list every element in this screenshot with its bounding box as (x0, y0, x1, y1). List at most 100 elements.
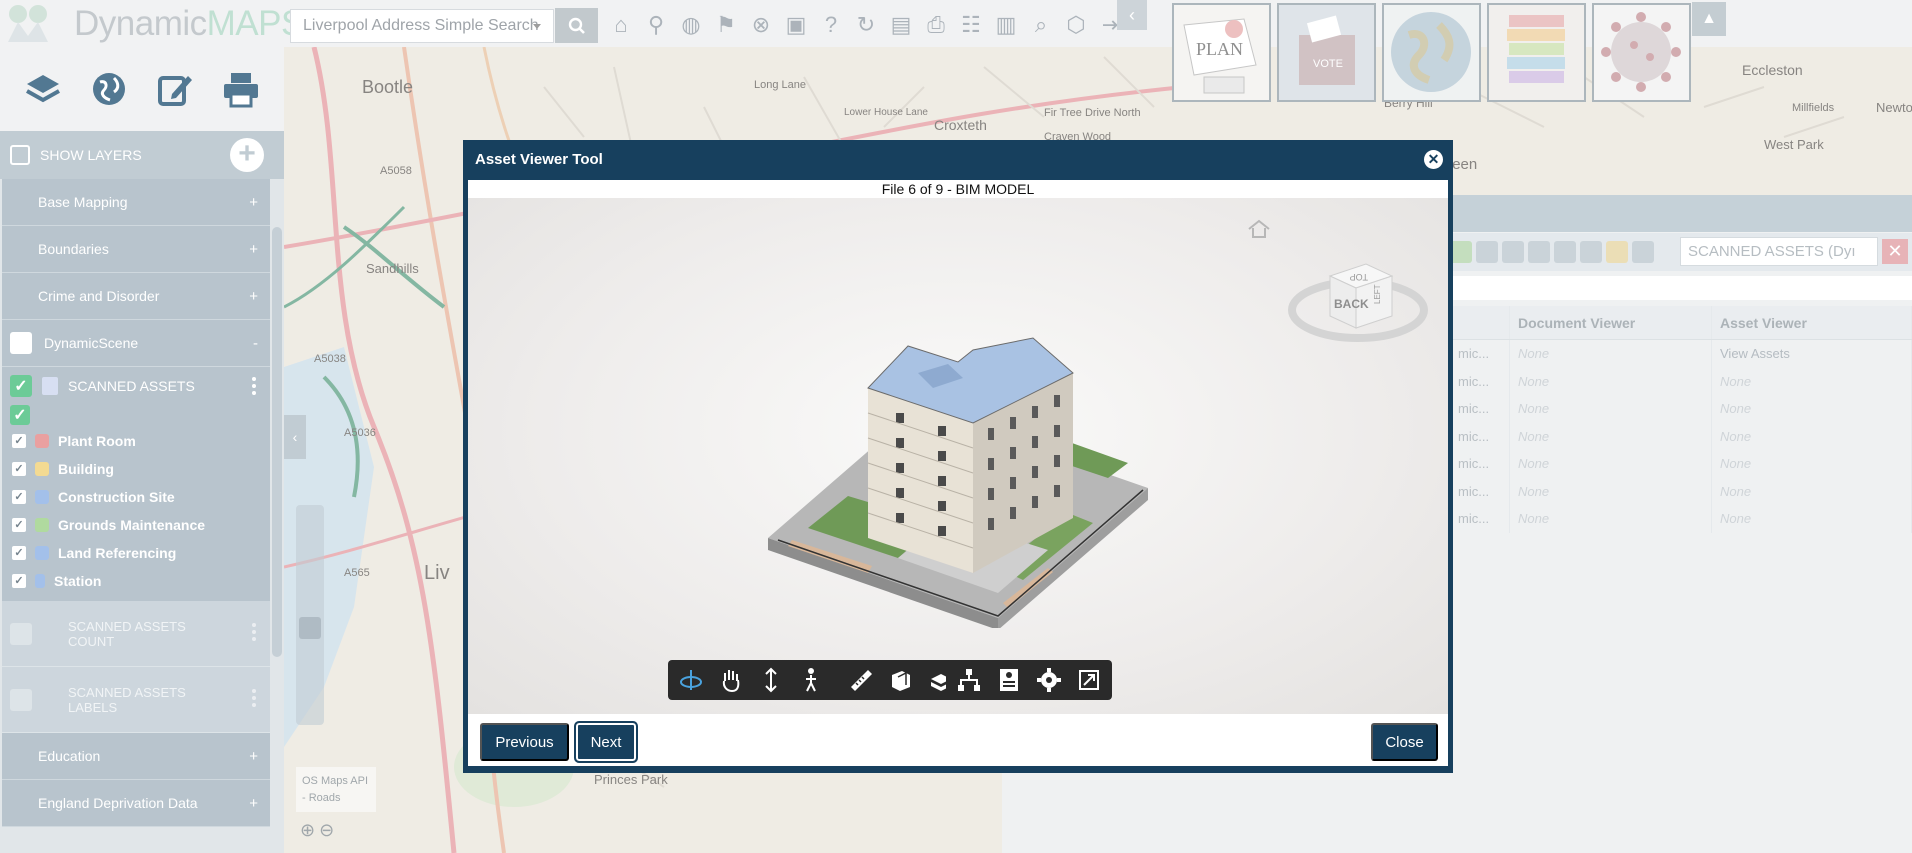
zoom-slider-handle[interactable] (299, 617, 321, 639)
zoom-icon[interactable] (754, 663, 788, 697)
close-button[interactable]: Close (1371, 723, 1438, 761)
properties-icon[interactable] (992, 663, 1026, 697)
magnify-icon[interactable]: ⌕ (1026, 10, 1056, 40)
save-icon[interactable] (1632, 241, 1654, 263)
scanned-assets-header[interactable]: ✓ SCANNED ASSETS (2, 367, 270, 405)
layer-checkbox[interactable] (10, 622, 32, 645)
collapse-thumbnails-button[interactable]: ▲ (1692, 2, 1726, 36)
table-row[interactable]: mic... None None (1450, 422, 1912, 450)
globe-icon[interactable]: ◍ (676, 10, 706, 40)
table-row[interactable]: mic... None None (1450, 505, 1912, 533)
layer-checkbox[interactable] (10, 688, 32, 711)
viewcube[interactable]: TOP BACK LEFT (1288, 240, 1428, 350)
column-header-document-viewer[interactable]: Document Viewer (1510, 306, 1712, 339)
expand-icon[interactable]: + (249, 748, 258, 765)
table-row[interactable]: mic... None None (1450, 450, 1912, 478)
viewer-home-icon[interactable] (1246, 218, 1272, 240)
layer-scanned-assets-count[interactable]: SCANNED ASSETS COUNT (2, 601, 270, 667)
legend-checkbox[interactable]: ✓ (12, 546, 26, 560)
map-pin-icon[interactable]: ⚑ (711, 10, 741, 40)
cancel-icon[interactable]: ⊗ (746, 10, 776, 40)
help-icon[interactable]: ? (816, 10, 846, 40)
expand-icon[interactable]: + (249, 288, 258, 305)
table-row[interactable]: mic... None None (1450, 395, 1912, 423)
layer-group-boundaries[interactable]: Boundaries + (2, 226, 270, 273)
legend-item-land-referencing[interactable]: ✓ Land Referencing (2, 539, 270, 567)
filter-icon[interactable] (1502, 241, 1524, 263)
next-button[interactable]: Next (574, 721, 638, 763)
legend-item-plant-room[interactable]: ✓ Plant Room (2, 427, 270, 455)
search-dropdown-caret-icon[interactable] (533, 24, 541, 29)
show-layers-toggle[interactable]: SHOW LAYERS + (0, 131, 284, 179)
collapse-icon[interactable]: - (253, 335, 258, 352)
globe-thumbnail[interactable] (1382, 3, 1481, 102)
image-icon[interactable] (1528, 241, 1550, 263)
pan-icon[interactable] (714, 663, 748, 697)
person-pin-icon[interactable]: ⚲ (641, 10, 671, 40)
panel-icon[interactable]: ▣ (781, 10, 811, 40)
layer-group-dynamicscene[interactable]: DynamicScene - (2, 320, 270, 367)
bim-model-viewer[interactable]: TOP BACK LEFT (468, 198, 1448, 714)
previous-button[interactable]: Previous (480, 723, 569, 761)
refresh-icon[interactable]: ↻ (851, 10, 881, 40)
cube-icon[interactable]: ⬡ (1061, 10, 1091, 40)
add-layer-button[interactable]: + (230, 138, 264, 172)
expand-icon[interactable]: + (249, 194, 258, 211)
column-header-asset-viewer[interactable]: Asset Viewer (1712, 306, 1912, 339)
settings-icon[interactable] (1032, 663, 1066, 697)
layer-group-crime-and-disorder[interactable]: Crime and Disorder + (2, 273, 270, 320)
plan-thumbnail[interactable]: PLAN (1172, 3, 1271, 102)
legend-checkbox[interactable]: ✓ (12, 434, 26, 448)
collapse-sidebar-button[interactable]: ‹ (284, 415, 306, 459)
layer-select-dropdown[interactable]: SCANNED ASSETS (Dyı (1680, 237, 1878, 266)
expand-icon[interactable]: + (249, 241, 258, 258)
save-icon[interactable]: ▥ (991, 10, 1021, 40)
app-logo[interactable]: DynamicMAPS (0, 0, 304, 47)
vote-thumbnail[interactable]: VOTE (1277, 3, 1376, 102)
export-icon[interactable] (1606, 241, 1628, 263)
expand-icon[interactable]: + (249, 795, 258, 812)
kebab-menu-icon[interactable] (252, 377, 256, 398)
kebab-menu-icon[interactable] (252, 623, 256, 644)
walk-icon[interactable] (794, 663, 828, 697)
legend-checkbox[interactable]: ✓ (12, 462, 26, 476)
legend-checkbox[interactable]: ✓ (12, 490, 26, 504)
fullscreen-icon[interactable] (1072, 663, 1106, 697)
dynamicscene-checkbox[interactable] (10, 332, 32, 354)
kebab-menu-icon[interactable] (252, 689, 256, 710)
print-icon[interactable]: ⎙ (921, 10, 951, 40)
legend-item-grounds-maintenance[interactable]: ✓ Grounds Maintenance (2, 511, 270, 539)
zoom-out-icon[interactable]: ⊖ (319, 820, 334, 841)
collapse-toolbar-button[interactable]: ‹ (1117, 0, 1147, 30)
section-icon[interactable] (884, 663, 918, 697)
show-layers-checkbox[interactable] (10, 145, 30, 165)
edit-icon[interactable] (153, 67, 197, 111)
virus-thumbnail[interactable] (1592, 3, 1691, 102)
document-icon[interactable] (1580, 241, 1602, 263)
model-browser-icon[interactable] (952, 663, 986, 697)
globe-icon[interactable] (1554, 241, 1576, 263)
layer-group-base-mapping[interactable]: Base Mapping + (2, 179, 270, 226)
sidebar-scrollbar[interactable] (272, 227, 282, 657)
table-row[interactable]: mic... None None (1450, 477, 1912, 505)
address-search-input[interactable]: Liverpool Address Simple Search (290, 9, 554, 43)
zoom-in-icon[interactable]: ⊕ (300, 820, 315, 841)
table-row[interactable]: mic... None None (1450, 367, 1912, 395)
zoom-slider[interactable] (296, 505, 324, 725)
refresh-icon[interactable] (1450, 241, 1472, 263)
search-button[interactable] (555, 8, 598, 43)
panel-filter-bar[interactable] (1450, 276, 1912, 300)
view-assets-link[interactable]: View Assets (1712, 340, 1912, 368)
scanned-assets-checkbox[interactable]: ✓ (10, 375, 32, 397)
bim-building-model[interactable] (748, 318, 1168, 628)
legend-item-station[interactable]: ✓ Station (2, 567, 270, 595)
print-icon[interactable] (219, 67, 263, 111)
layer-scanned-assets-labels[interactable]: SCANNED ASSETS LABELS (2, 667, 270, 733)
legend-checkbox[interactable]: ✓ (12, 574, 26, 588)
books-thumbnail[interactable] (1487, 3, 1586, 102)
orbit-icon[interactable] (674, 663, 708, 697)
info-icon[interactable] (42, 377, 58, 395)
column-header[interactable] (1450, 306, 1510, 339)
layers-icon[interactable] (21, 67, 65, 111)
group-icon[interactable]: ☷ (956, 10, 986, 40)
